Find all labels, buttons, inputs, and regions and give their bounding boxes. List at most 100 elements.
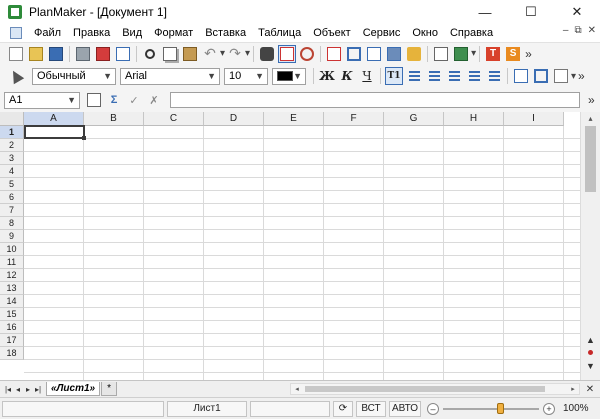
shading-icon[interactable] [385, 45, 403, 63]
status-calc-mode[interactable]: АВТО [389, 400, 421, 417]
sheet-tab-1[interactable]: «Лист1» [46, 382, 101, 396]
sort-icon[interactable] [452, 45, 470, 63]
column-header-e[interactable]: E [264, 112, 324, 126]
menu-table[interactable]: Таблица [252, 27, 307, 39]
menu-view[interactable]: Вид [116, 27, 148, 39]
horizontal-scroll-thumb[interactable] [305, 386, 545, 392]
italic-button[interactable]: К [338, 67, 356, 85]
zoom-slider[interactable] [443, 402, 539, 414]
recalc-icon[interactable]: ⟳ [333, 400, 353, 417]
more-format-icon[interactable]: » [578, 69, 585, 83]
status-insert-mode[interactable]: ВСТ [356, 400, 386, 417]
sort-dropdown-icon[interactable]: ▾ [471, 48, 476, 59]
redo-icon[interactable]: ↷ [226, 45, 244, 63]
column-header-i[interactable]: I [504, 112, 564, 126]
doc-restore-button[interactable]: ⧉ [574, 25, 581, 36]
pointer-icon[interactable] [7, 67, 25, 85]
menu-insert[interactable]: Вставка [199, 27, 252, 39]
menu-object[interactable]: Объект [307, 27, 356, 39]
menu-help[interactable]: Справка [444, 27, 499, 39]
row-header-12[interactable]: 12 [0, 269, 24, 282]
align-justify-icon[interactable] [465, 67, 483, 85]
undo-icon[interactable]: ↶ [201, 45, 219, 63]
row-header-1[interactable]: 1 [0, 126, 24, 139]
column-header-h[interactable]: H [444, 112, 504, 126]
save-icon[interactable] [47, 45, 65, 63]
text-frame-icon[interactable] [325, 45, 343, 63]
font-select[interactable]: Arial ▼ [120, 67, 220, 85]
prev-sheet-icon[interactable]: ◂ [13, 382, 23, 396]
style-select[interactable]: Обычный ▼ [32, 67, 116, 85]
planmaker-app-icon[interactable] [8, 5, 22, 19]
font-color-select[interactable]: ▼ [272, 67, 306, 85]
crop-icon[interactable] [345, 45, 363, 63]
row-header-4[interactable]: 4 [0, 165, 24, 178]
copy-icon[interactable] [161, 45, 179, 63]
menu-edit[interactable]: Правка [67, 27, 116, 39]
cell-borders-icon[interactable] [532, 67, 550, 85]
row-header-10[interactable]: 10 [0, 243, 24, 256]
zoom-icon[interactable] [298, 45, 316, 63]
export-pdf-icon[interactable] [94, 45, 112, 63]
align-left-icon[interactable] [405, 67, 423, 85]
open-icon[interactable] [27, 45, 45, 63]
vertical-scroll-thumb[interactable] [585, 126, 596, 192]
scroll-right-icon[interactable]: ▸ [567, 384, 579, 394]
row-header-7[interactable]: 7 [0, 204, 24, 217]
more-tools-icon[interactable]: » [525, 47, 532, 61]
sum-icon[interactable]: Σ [105, 91, 123, 109]
row-header-8[interactable]: 8 [0, 217, 24, 230]
merge-cells-icon[interactable] [512, 67, 530, 85]
column-header-g[interactable]: G [384, 112, 444, 126]
select-all-corner[interactable] [0, 112, 24, 126]
next-page-icon[interactable]: ▼ [581, 360, 600, 372]
close-button[interactable]: ✕ [554, 0, 600, 24]
cell-area[interactable] [24, 126, 580, 380]
column-width-icon[interactable] [432, 45, 450, 63]
menu-file[interactable]: Файл [28, 27, 67, 39]
redo-dropdown-icon[interactable]: ▾ [245, 48, 250, 59]
scroll-up-icon[interactable]: ▴ [581, 112, 600, 125]
row-header-5[interactable]: 5 [0, 178, 24, 191]
borders-dropdown-icon[interactable]: ▾ [571, 71, 576, 82]
bold-button[interactable]: Ж [318, 67, 336, 85]
menu-tools[interactable]: Сервис [357, 27, 407, 39]
menu-window[interactable]: Окно [406, 27, 444, 39]
formula-input[interactable] [170, 92, 580, 108]
prev-page-icon[interactable]: ▲ [581, 334, 600, 346]
add-sheet-tab[interactable]: * [101, 382, 118, 396]
column-header-c[interactable]: C [144, 112, 204, 126]
column-header-a[interactable]: A [24, 112, 84, 126]
text-frame-toggle[interactable]: T1 [385, 67, 403, 85]
maximize-button[interactable]: ☐ [508, 0, 554, 24]
print-icon[interactable] [74, 45, 92, 63]
row-header-6[interactable]: 6 [0, 191, 24, 204]
column-header-d[interactable]: D [204, 112, 264, 126]
next-sheet-icon[interactable]: ▸ [23, 382, 33, 396]
presentations-icon[interactable]: S [504, 45, 522, 63]
last-sheet-icon[interactable]: ▸| [33, 382, 43, 396]
split-corner-icon[interactable]: ✕ [583, 381, 597, 397]
doc-minimize-button[interactable]: – [563, 25, 569, 36]
zoom-out-button[interactable]: – [427, 402, 439, 415]
zoom-in-button[interactable]: + [543, 402, 555, 415]
new-document-icon[interactable] [7, 45, 25, 63]
insert-chart-icon[interactable] [278, 44, 297, 63]
function-list-icon[interactable] [85, 91, 103, 109]
underline-button[interactable]: Ч [358, 67, 376, 85]
cell-reference-select[interactable]: A1 ▼ [4, 91, 80, 109]
document-icon[interactable] [10, 27, 22, 39]
browse-object-icon[interactable] [588, 350, 593, 355]
row-header-18[interactable]: 18 [0, 347, 24, 360]
undo-dropdown-icon[interactable]: ▾ [220, 48, 225, 59]
cell-grid-icon[interactable] [552, 67, 570, 85]
font-size-select[interactable]: 10 ▼ [224, 67, 268, 85]
column-header-b[interactable]: B [84, 112, 144, 126]
cut-icon[interactable] [141, 45, 159, 63]
textmaker-icon[interactable]: T [484, 45, 502, 63]
doc-close-button[interactable]: ✕ [588, 25, 596, 36]
vertical-scrollbar[interactable]: ▴ ▲ ▼ [580, 112, 600, 380]
row-header-17[interactable]: 17 [0, 334, 24, 347]
format-painter-icon[interactable] [405, 45, 423, 63]
row-header-16[interactable]: 16 [0, 321, 24, 334]
